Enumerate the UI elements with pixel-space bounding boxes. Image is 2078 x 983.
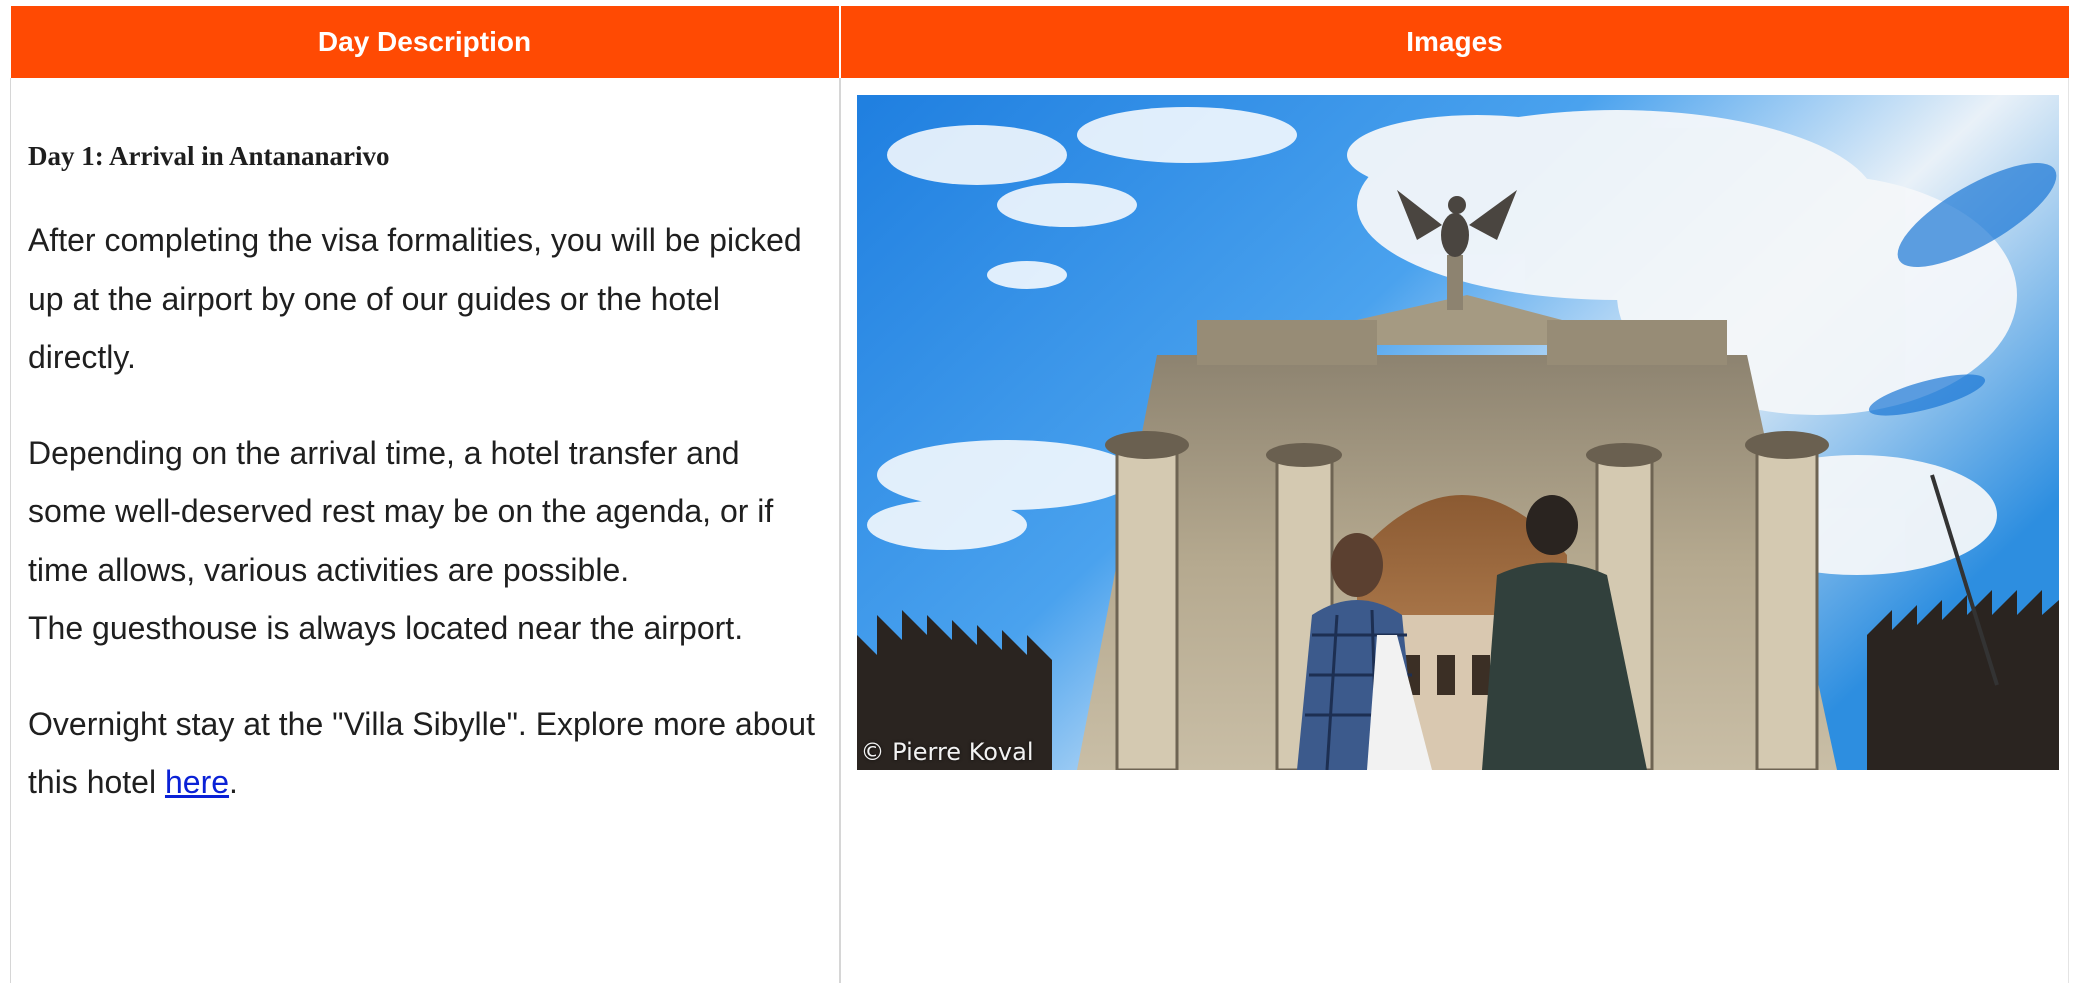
- page: Day Description Images Day 1: Arrival in…: [0, 0, 2078, 983]
- day-description-cell: Day 1: Arrival in Antananarivo After com…: [10, 78, 841, 983]
- paragraph-overnight: Overnight stay at the "Villa Sibylle". E…: [28, 695, 823, 812]
- day-title: Day 1: Arrival in Antananarivo: [28, 141, 390, 171]
- overnight-text: Overnight stay at the "Villa Sibylle". E…: [28, 705, 815, 801]
- paragraph-guesthouse: The guesthouse is always located near th…: [28, 610, 744, 646]
- paragraph-visa: After completing the visa formalities, y…: [28, 222, 802, 375]
- table-row: Day 1: Arrival in Antananarivo After com…: [10, 78, 2069, 983]
- header-day-description: Day Description: [10, 6, 841, 78]
- images-cell: © Pierre Koval: [839, 78, 2069, 983]
- paragraph-arrival: Depending on the arrival time, a hotel t…: [28, 434, 774, 588]
- overnight-end: .: [229, 764, 238, 800]
- monument-photo-image: [856, 95, 2059, 770]
- itinerary-table: Day Description Images Day 1: Arrival in…: [10, 6, 2069, 983]
- monument-photo[interactable]: © Pierre Koval: [856, 95, 2059, 770]
- header-images: Images: [839, 6, 2069, 78]
- photo-credit: © Pierre Koval: [860, 738, 1034, 766]
- table-header-row: Day Description Images: [10, 6, 2069, 78]
- hotel-link[interactable]: here: [165, 764, 229, 800]
